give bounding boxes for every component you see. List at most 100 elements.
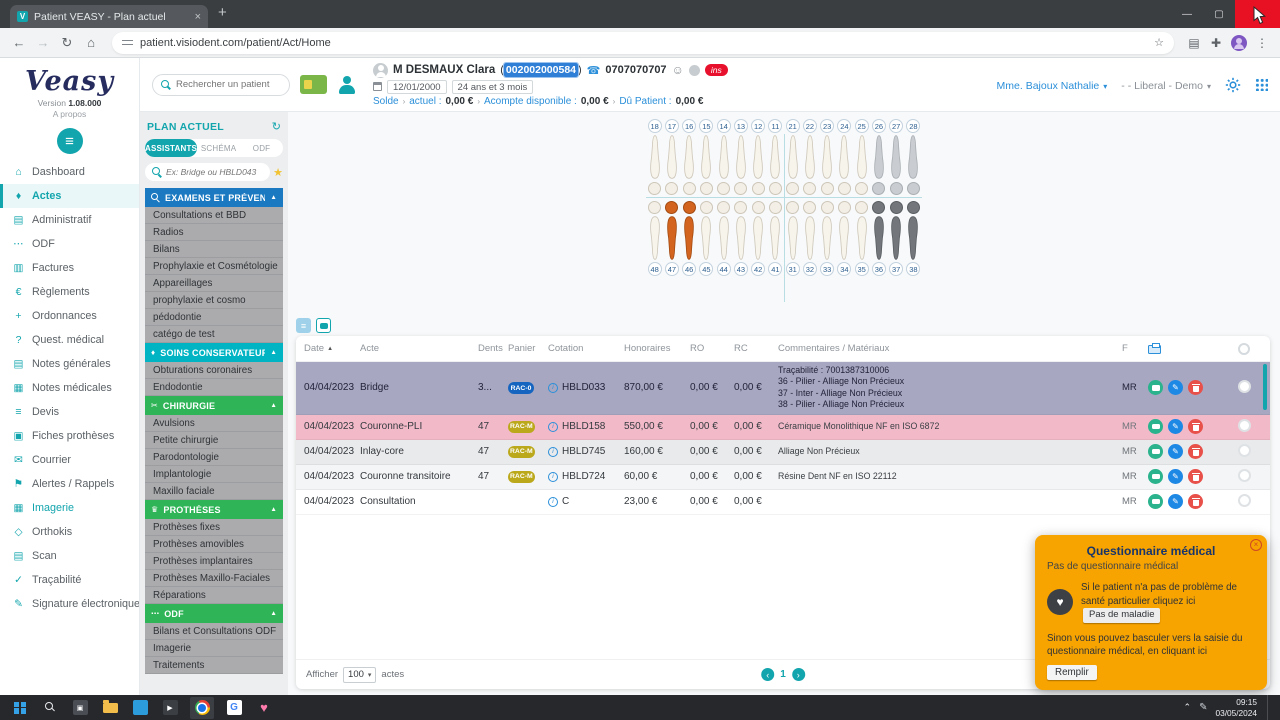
info-icon[interactable]: i	[548, 421, 558, 432]
edit-button[interactable]	[1168, 419, 1183, 435]
tooth-16[interactable]	[681, 134, 698, 180]
about-link[interactable]: A propos	[0, 109, 139, 119]
sidebar-item-actes[interactable]: ♦ Actes	[0, 184, 139, 208]
tooth-number-37[interactable]: 37	[888, 262, 905, 276]
col-header-ro[interactable]: RO	[690, 343, 734, 354]
col-header-f[interactable]: F	[1122, 343, 1148, 354]
tooth-number-36[interactable]: 36	[870, 262, 887, 276]
forward-button[interactable]: →	[32, 35, 54, 50]
home-button[interactable]: ⌂	[80, 35, 102, 50]
show-desktop-button[interactable]	[1267, 695, 1270, 720]
tooth-43[interactable]	[732, 215, 749, 261]
tooth-18[interactable]	[646, 134, 663, 180]
tooth-38[interactable]	[905, 215, 922, 261]
act-row-2[interactable]: 04/04/2023 Couronne-PLI 47 RAC-M i HBLD158 550…	[296, 414, 1270, 440]
smiley-icon[interactable]: ☺	[672, 63, 684, 77]
tooth-occlusal-21[interactable]	[784, 180, 801, 196]
tooth-number-11[interactable]: 11	[767, 119, 784, 133]
plan-item-traitements[interactable]: Traitements	[145, 657, 283, 674]
tooth-occlusal-14[interactable]	[715, 180, 732, 196]
col-header-rc[interactable]: RC	[734, 343, 778, 354]
sidebar-item-odf[interactable]: ⋯ ODF	[0, 232, 139, 256]
sidebar-item-ordonnances[interactable]: + Ordonnances	[0, 304, 139, 328]
edit-button[interactable]	[1168, 469, 1183, 485]
tooth-number-47[interactable]: 47	[663, 262, 680, 276]
printer-icon[interactable]	[1148, 343, 1161, 354]
act-row-4[interactable]: 04/04/2023 Couronne transitoire 47 RAC-M i HB…	[296, 464, 1270, 490]
sidebar-item-imagerie[interactable]: ▦ Imagerie	[0, 496, 139, 520]
tooth-number-23[interactable]: 23	[819, 119, 836, 133]
browser-menu-icon[interactable]: ⋮	[1252, 36, 1272, 50]
tooth-occlusal-15[interactable]	[698, 180, 715, 196]
plan-item-proth-ses-fixes[interactable]: Prothèses fixes	[145, 519, 283, 536]
tooth-14[interactable]	[715, 134, 732, 180]
tooth-11[interactable]	[767, 134, 784, 180]
tooth-occlusal-12[interactable]	[750, 180, 767, 196]
tooth-occlusal-47[interactable]	[663, 199, 680, 215]
start-button[interactable]	[10, 695, 30, 720]
plan-tab-assistants[interactable]: ASSISTANTS	[145, 139, 198, 157]
sidebar-item-courrier[interactable]: ✉ Courrier	[0, 448, 139, 472]
col-header-panier[interactable]: Panier	[508, 343, 548, 354]
site-settings-icon[interactable]	[122, 37, 133, 48]
info-icon[interactable]: i	[548, 446, 558, 457]
comment-button[interactable]	[1148, 469, 1163, 485]
sidebar-item-r-glements[interactable]: € Règlements	[0, 280, 139, 304]
section-header-odf[interactable]: ⋯ ODF ▲	[145, 604, 283, 623]
tooth-occlusal-28[interactable]	[905, 180, 922, 196]
comment-button[interactable]	[1148, 444, 1163, 460]
info-icon[interactable]: i	[548, 382, 558, 393]
tooth-number-35[interactable]: 35	[853, 262, 870, 276]
tooth-15[interactable]	[698, 134, 715, 180]
app-button-blue[interactable]	[130, 695, 150, 720]
sidebar-item-scan[interactable]: ▤ Scan	[0, 544, 139, 568]
tooth-number-12[interactable]: 12	[750, 119, 767, 133]
tooth-45[interactable]	[698, 215, 715, 261]
tooth-48[interactable]	[646, 215, 663, 261]
tooth-occlusal-11[interactable]	[767, 180, 784, 196]
tooth-42[interactable]	[750, 215, 767, 261]
extensions-icon[interactable]: ✚	[1206, 36, 1226, 50]
tooth-44[interactable]	[715, 215, 732, 261]
plan-item-obturations-coronaires[interactable]: Obturations coronaires	[145, 362, 283, 379]
tooth-occlusal-42[interactable]	[750, 199, 767, 215]
tooth-46[interactable]	[681, 215, 698, 261]
plan-item-implantologie[interactable]: Implantologie	[145, 466, 283, 483]
tooth-number-48[interactable]: 48	[646, 262, 663, 276]
sidebar-item-signature-lectronique[interactable]: ✎ Signature électronique	[0, 592, 139, 616]
tooth-number-27[interactable]: 27	[888, 119, 905, 133]
delete-button[interactable]	[1188, 469, 1203, 485]
select-all-toggle[interactable]	[1238, 342, 1250, 355]
tooth-31[interactable]	[784, 215, 801, 261]
info-icon[interactable]: i	[548, 471, 558, 482]
tooth-number-13[interactable]: 13	[732, 119, 749, 133]
sidebar-item-devis[interactable]: ≡ Devis	[0, 400, 139, 424]
tooth-occlusal-35[interactable]	[853, 199, 870, 215]
tooth-number-24[interactable]: 24	[836, 119, 853, 133]
delete-button[interactable]	[1188, 380, 1203, 396]
practitioner-select[interactable]: Mme. Bajoux Nathalie ▾	[997, 76, 1108, 94]
tooth-number-46[interactable]: 46	[681, 262, 698, 276]
patient-id[interactable]: 002002000584	[502, 62, 580, 78]
tooth-number-45[interactable]: 45	[698, 262, 715, 276]
plan-item-petite-chirurgie[interactable]: Petite chirurgie	[145, 432, 283, 449]
comments-view-button[interactable]	[316, 318, 331, 333]
tooth-occlusal-32[interactable]	[801, 199, 818, 215]
tooth-occlusal-25[interactable]	[853, 180, 870, 196]
tooth-24[interactable]	[836, 134, 853, 180]
plan-item-parodontologie[interactable]: Parodontologie	[145, 449, 283, 466]
comment-button[interactable]	[1148, 380, 1163, 396]
app-button-media[interactable]: ▶	[160, 695, 180, 720]
tooth-occlusal-38[interactable]	[905, 199, 922, 215]
row-toggle[interactable]	[1238, 443, 1251, 457]
plan-item-prophylaxie-et-cosm-tologie[interactable]: Prophylaxie et Cosmétologie	[145, 258, 283, 275]
section-header-proth-ses[interactable]: ♛ PROTHÈSES ▲	[145, 500, 283, 519]
structure-select[interactable]: - - Liberal - Demo ▾	[1121, 76, 1211, 94]
delete-button[interactable]	[1188, 494, 1203, 510]
list-view-button[interactable]: ≡	[296, 318, 311, 333]
file-explorer-button[interactable]	[100, 695, 120, 720]
tooth-occlusal-48[interactable]	[646, 199, 663, 215]
tooth-occlusal-17[interactable]	[663, 180, 680, 196]
col-header-honoraires[interactable]: Honoraires	[624, 343, 690, 354]
tooth-number-38[interactable]: 38	[905, 262, 922, 276]
